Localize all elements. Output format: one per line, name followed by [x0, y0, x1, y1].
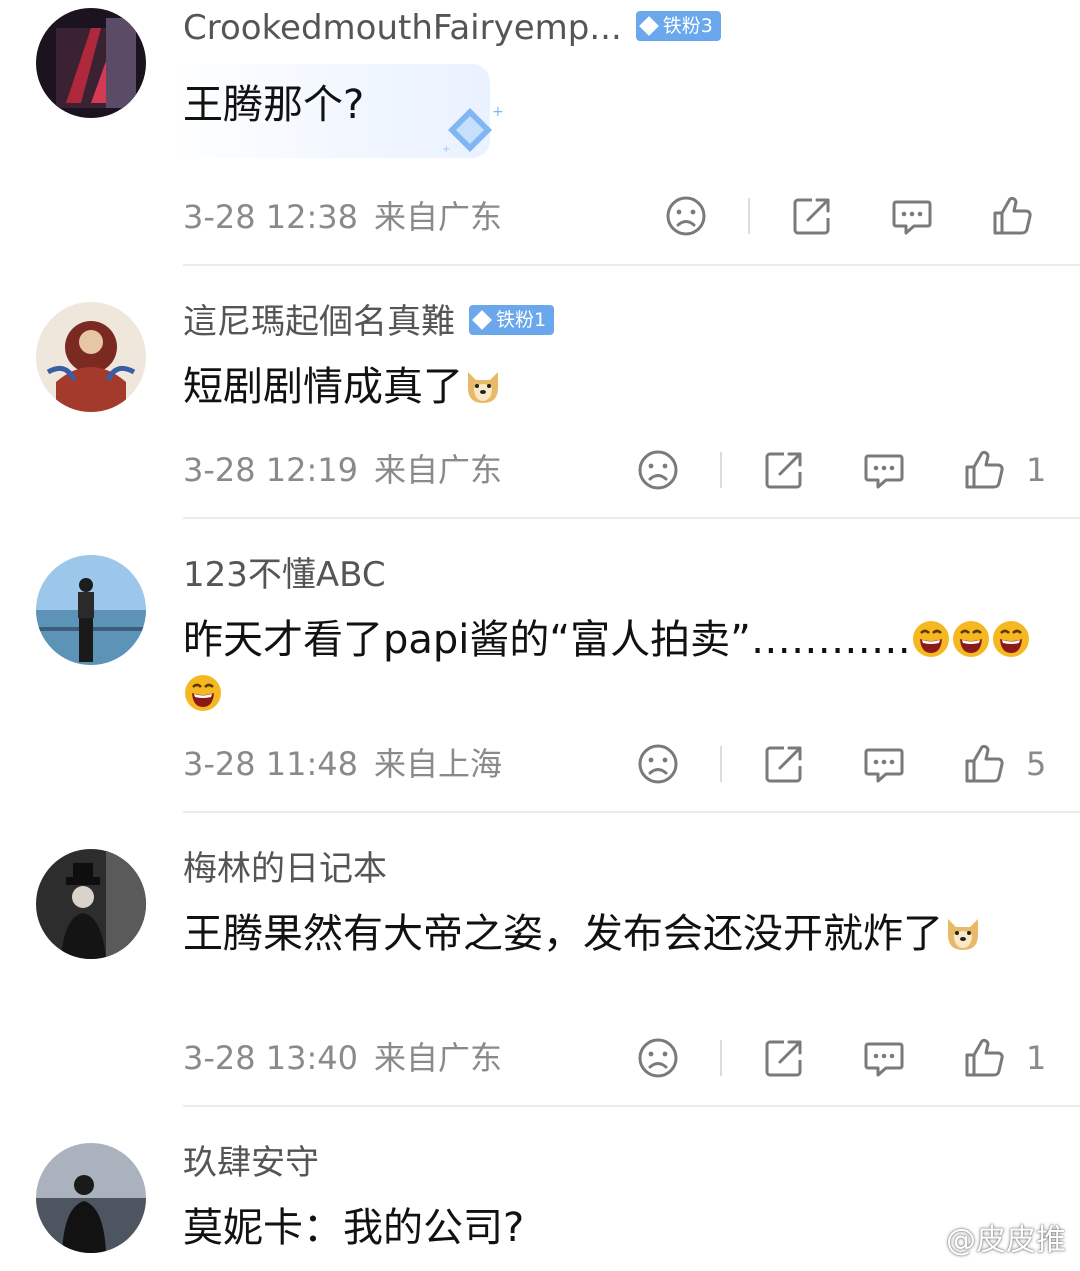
location: 来自上海	[374, 745, 503, 783]
comment-text-content: 王腾那个?	[183, 82, 365, 128]
divider	[720, 746, 722, 782]
laugh-emoji-icon	[951, 619, 991, 659]
avatar[interactable]	[36, 8, 146, 118]
watermark-text: @皮皮推	[946, 1223, 1066, 1258]
fan-badge: 铁粉3	[635, 10, 721, 41]
comment-meta: 3-28 11:48 来自上海	[183, 744, 502, 784]
share-icon[interactable]	[762, 1036, 806, 1080]
avatar[interactable]	[36, 849, 146, 959]
username-text[interactable]: 123不懂ABC	[183, 555, 386, 595]
comment-item: 這尼瑪起個名真難 铁粉1 短剧剧情成真了 3-28 12:19 来自广东 1	[0, 266, 1080, 519]
thumbs-up-icon[interactable]	[962, 1036, 1006, 1080]
comment-item: 123不懂ABC 昨天才看了papi酱的“富人拍卖”………… 3-28 11:4…	[0, 519, 1080, 813]
timestamp: 3-28 13:40	[183, 1039, 359, 1077]
timestamp: 3-28 12:38	[183, 198, 359, 236]
action-bar: 1	[636, 448, 1056, 492]
avatar[interactable]	[36, 1143, 146, 1253]
laugh-emoji-icon	[991, 619, 1031, 659]
sad-face-icon[interactable]	[636, 742, 680, 786]
diamond-icon	[472, 309, 492, 330]
timestamp: 3-28 12:19	[183, 451, 359, 489]
username-text[interactable]: 玖肆安守	[183, 1143, 319, 1183]
like-count: 1	[1026, 451, 1047, 489]
sad-face-icon[interactable]	[636, 448, 680, 492]
comment-text-content: 莫妮卡：我的公司?	[183, 1205, 525, 1251]
comment-bubble-icon[interactable]	[862, 1036, 906, 1080]
timestamp: 3-28 11:48	[183, 745, 359, 783]
thumbs-up-icon[interactable]	[962, 742, 1006, 786]
username-text[interactable]: 這尼瑪起個名真難	[183, 302, 455, 342]
comment-bubble-icon[interactable]	[862, 742, 906, 786]
comment-meta: 3-28 12:19 来自广东	[183, 450, 502, 490]
sad-face-icon[interactable]	[664, 194, 708, 238]
action-bar	[664, 194, 1064, 238]
username-text[interactable]: 梅林的日记本	[183, 849, 387, 889]
comment-text-content: 王腾果然有大帝之姿，发布会还没开就炸了	[183, 911, 943, 957]
watermark: @皮皮推	[912, 1215, 1066, 1259]
location: 来自广东	[374, 451, 503, 489]
avatar[interactable]	[36, 302, 146, 412]
share-icon[interactable]	[762, 448, 806, 492]
location: 来自广东	[374, 1039, 503, 1077]
avatar[interactable]	[36, 555, 146, 665]
username-text[interactable]: CrookedmouthFairyemp...	[183, 8, 622, 48]
comment-text-content: 昨天才看了papi酱的“富人拍卖”…………	[183, 617, 911, 663]
comment-text-content: 短剧剧情成真了	[183, 364, 463, 410]
comment-bubble-icon[interactable]	[862, 448, 906, 492]
comment-text: 昨天才看了papi酱的“富人拍卖”…………	[183, 613, 1053, 721]
sad-face-icon[interactable]	[636, 1036, 680, 1080]
svg-text:+: +	[442, 144, 450, 155]
doge-emoji-icon	[943, 913, 983, 953]
username[interactable]: 這尼瑪起個名真難 铁粉1	[183, 302, 555, 342]
action-bar: 1	[636, 1036, 1056, 1080]
comment-text: 王腾果然有大帝之姿，发布会还没开就炸了	[183, 907, 1053, 961]
comment-text: 王腾那个?	[183, 78, 1053, 132]
laugh-emoji-icon	[911, 619, 951, 659]
diamond-icon	[638, 15, 659, 36]
username[interactable]: 123不懂ABC	[183, 555, 386, 595]
comment-meta: 3-28 13:40 来自广东	[183, 1038, 502, 1078]
doge-emoji-icon	[463, 366, 503, 406]
comment-meta: 3-28 12:38 来自广东	[183, 197, 502, 237]
fan-badge: 铁粉1	[469, 304, 555, 335]
fan-badge-label: 铁粉3	[662, 14, 713, 37]
username[interactable]: 玖肆安守	[183, 1143, 319, 1183]
fan-badge-label: 铁粉1	[496, 308, 547, 331]
weibo-logo-icon	[912, 1226, 946, 1254]
comment-text: 短剧剧情成真了	[183, 360, 1053, 414]
laugh-emoji-icon	[183, 673, 223, 713]
divider	[720, 1040, 722, 1076]
thumbs-up-icon[interactable]	[962, 448, 1006, 492]
comment-item: 梅林的日记本 王腾果然有大帝之姿，发布会还没开就炸了 3-28 13:40 来自广…	[0, 813, 1080, 1107]
location: 来自广东	[374, 198, 503, 236]
comment-bubble-icon[interactable]	[890, 194, 934, 238]
action-bar: 5	[636, 742, 1056, 786]
comment-item: + + CrookedmouthFairyemp... 铁粉3 王腾那个? 3-2…	[0, 0, 1080, 266]
share-icon[interactable]	[762, 742, 806, 786]
like-count: 1	[1026, 1039, 1047, 1077]
like-count: 5	[1026, 745, 1047, 783]
username[interactable]: 梅林的日记本	[183, 849, 387, 889]
divider	[720, 452, 722, 488]
username[interactable]: CrookedmouthFairyemp... 铁粉3	[183, 8, 721, 48]
divider	[748, 198, 750, 234]
share-icon[interactable]	[790, 194, 834, 238]
thumbs-up-icon[interactable]	[990, 194, 1034, 238]
